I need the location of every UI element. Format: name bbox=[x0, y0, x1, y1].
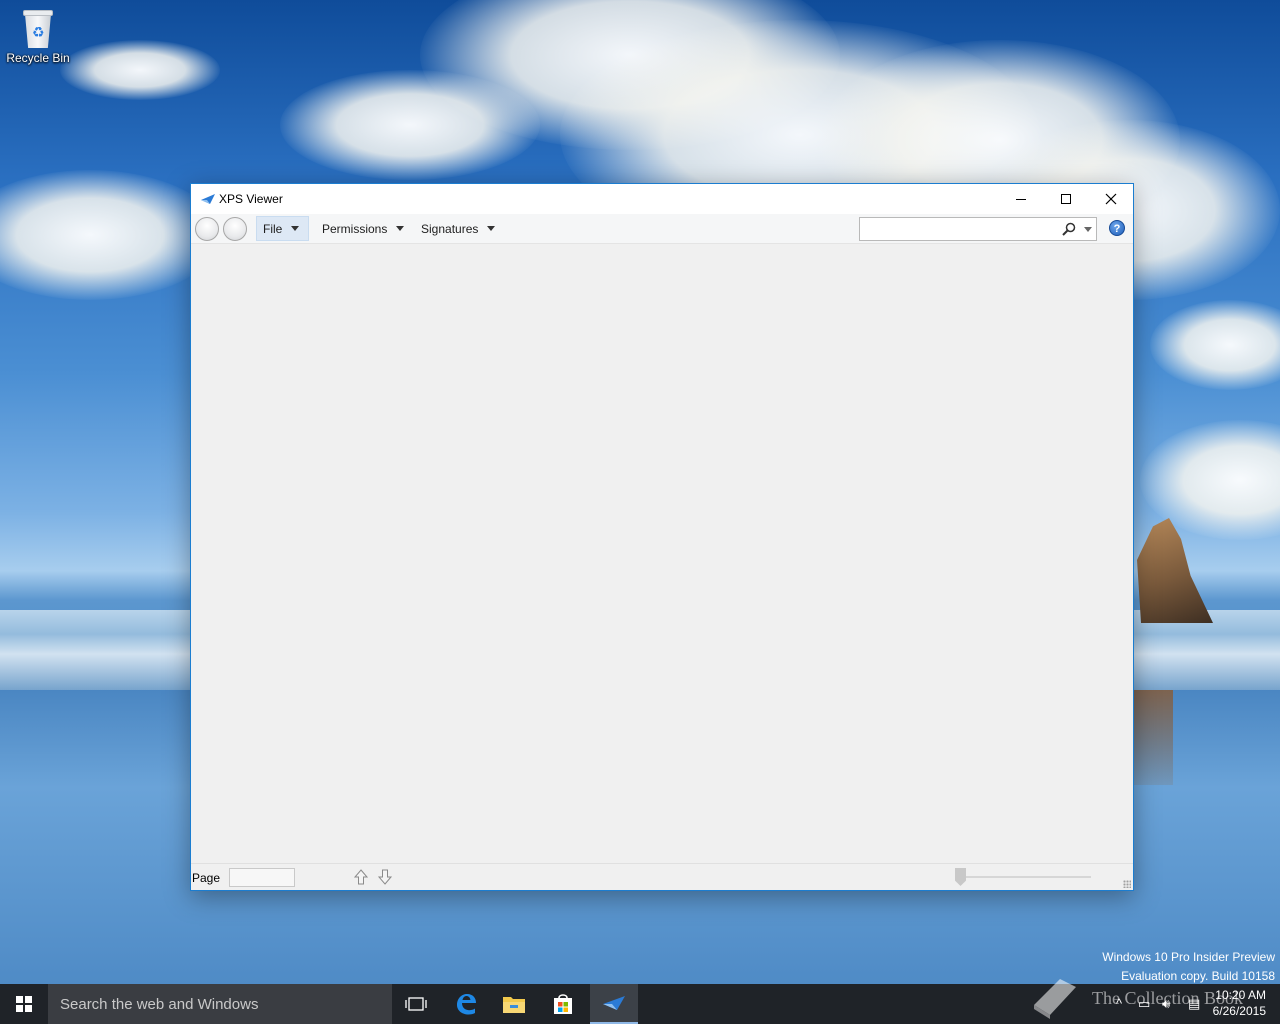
minimize-button[interactable] bbox=[998, 184, 1044, 214]
help-icon[interactable]: ? bbox=[1109, 220, 1125, 236]
zoom-slider-thumb[interactable] bbox=[955, 868, 966, 886]
task-view-button[interactable] bbox=[392, 984, 440, 1024]
menu-signatures[interactable]: Signatures bbox=[415, 216, 501, 241]
brand-overlay-text: The Collection Book bbox=[1092, 988, 1243, 1008]
taskbar-search-box[interactable]: Search the web and Windows bbox=[48, 984, 392, 1024]
edge-icon bbox=[457, 994, 476, 1015]
taskbar-search-placeholder: Search the web and Windows bbox=[60, 995, 259, 1013]
xps-viewer-icon bbox=[603, 996, 625, 1010]
recycle-bin-icon: ♻ bbox=[21, 8, 55, 48]
toolbar: File Permissions Signatures ? bbox=[191, 214, 1133, 244]
previous-page-arrow-icon[interactable] bbox=[353, 868, 369, 886]
windows-watermark: Windows 10 Pro Insider Preview Evaluatio… bbox=[1102, 948, 1275, 986]
menu-signatures-label: Signatures bbox=[421, 221, 479, 236]
start-button[interactable] bbox=[0, 984, 48, 1024]
windows-logo-icon bbox=[16, 996, 32, 1012]
forward-button[interactable] bbox=[223, 217, 247, 241]
file-explorer-button[interactable] bbox=[490, 984, 538, 1024]
maximize-button[interactable] bbox=[1043, 184, 1089, 214]
xps-viewer-taskbar-button[interactable] bbox=[590, 984, 638, 1024]
chevron-down-icon bbox=[396, 226, 405, 231]
menu-file-label: File bbox=[263, 221, 283, 236]
page-label: Page bbox=[192, 871, 221, 885]
store-button[interactable] bbox=[539, 984, 587, 1024]
back-button[interactable] bbox=[195, 217, 219, 241]
title-bar[interactable]: XPS Viewer bbox=[191, 184, 1133, 214]
edge-button[interactable] bbox=[442, 984, 490, 1024]
window-title: XPS Viewer bbox=[219, 192, 283, 206]
status-bar: Page bbox=[191, 863, 1133, 890]
resize-grip[interactable] bbox=[1123, 880, 1131, 888]
chevron-down-icon bbox=[291, 226, 300, 231]
watermark-line-1: Windows 10 Pro Insider Preview bbox=[1102, 950, 1275, 964]
page-number-input[interactable] bbox=[229, 868, 295, 887]
menu-permissions[interactable]: Permissions bbox=[316, 216, 410, 241]
search-options-chevron-icon[interactable] bbox=[1084, 227, 1092, 232]
xps-viewer-window: XPS Viewer File Permissions Signatures ?… bbox=[190, 183, 1134, 891]
menu-permissions-label: Permissions bbox=[322, 221, 388, 236]
maximize-icon bbox=[1061, 194, 1071, 204]
taskbar: Search the web and Windows ^ ▭ 🔊︎ ▤ 10:2… bbox=[0, 984, 1280, 1024]
search-input[interactable] bbox=[859, 217, 1097, 241]
close-icon bbox=[1105, 193, 1117, 205]
next-page-arrow-icon[interactable] bbox=[377, 868, 393, 886]
close-button[interactable] bbox=[1088, 184, 1134, 214]
search-icon[interactable] bbox=[1062, 222, 1076, 236]
xps-viewer-icon bbox=[201, 194, 215, 204]
chevron-down-icon bbox=[487, 226, 496, 231]
desktop-icon-label: Recycle Bin bbox=[6, 51, 70, 65]
minimize-icon bbox=[1016, 198, 1026, 200]
file-explorer-icon bbox=[503, 997, 525, 1013]
task-view-icon bbox=[405, 997, 427, 1011]
book-logo-icon bbox=[1034, 979, 1076, 1019]
desktop-icon-recycle-bin[interactable]: ♻ Recycle Bin bbox=[2, 6, 74, 76]
zoom-slider-track[interactable] bbox=[957, 876, 1091, 878]
menu-file[interactable]: File bbox=[256, 216, 309, 241]
store-icon bbox=[554, 994, 572, 1014]
document-viewport[interactable] bbox=[191, 245, 1133, 863]
